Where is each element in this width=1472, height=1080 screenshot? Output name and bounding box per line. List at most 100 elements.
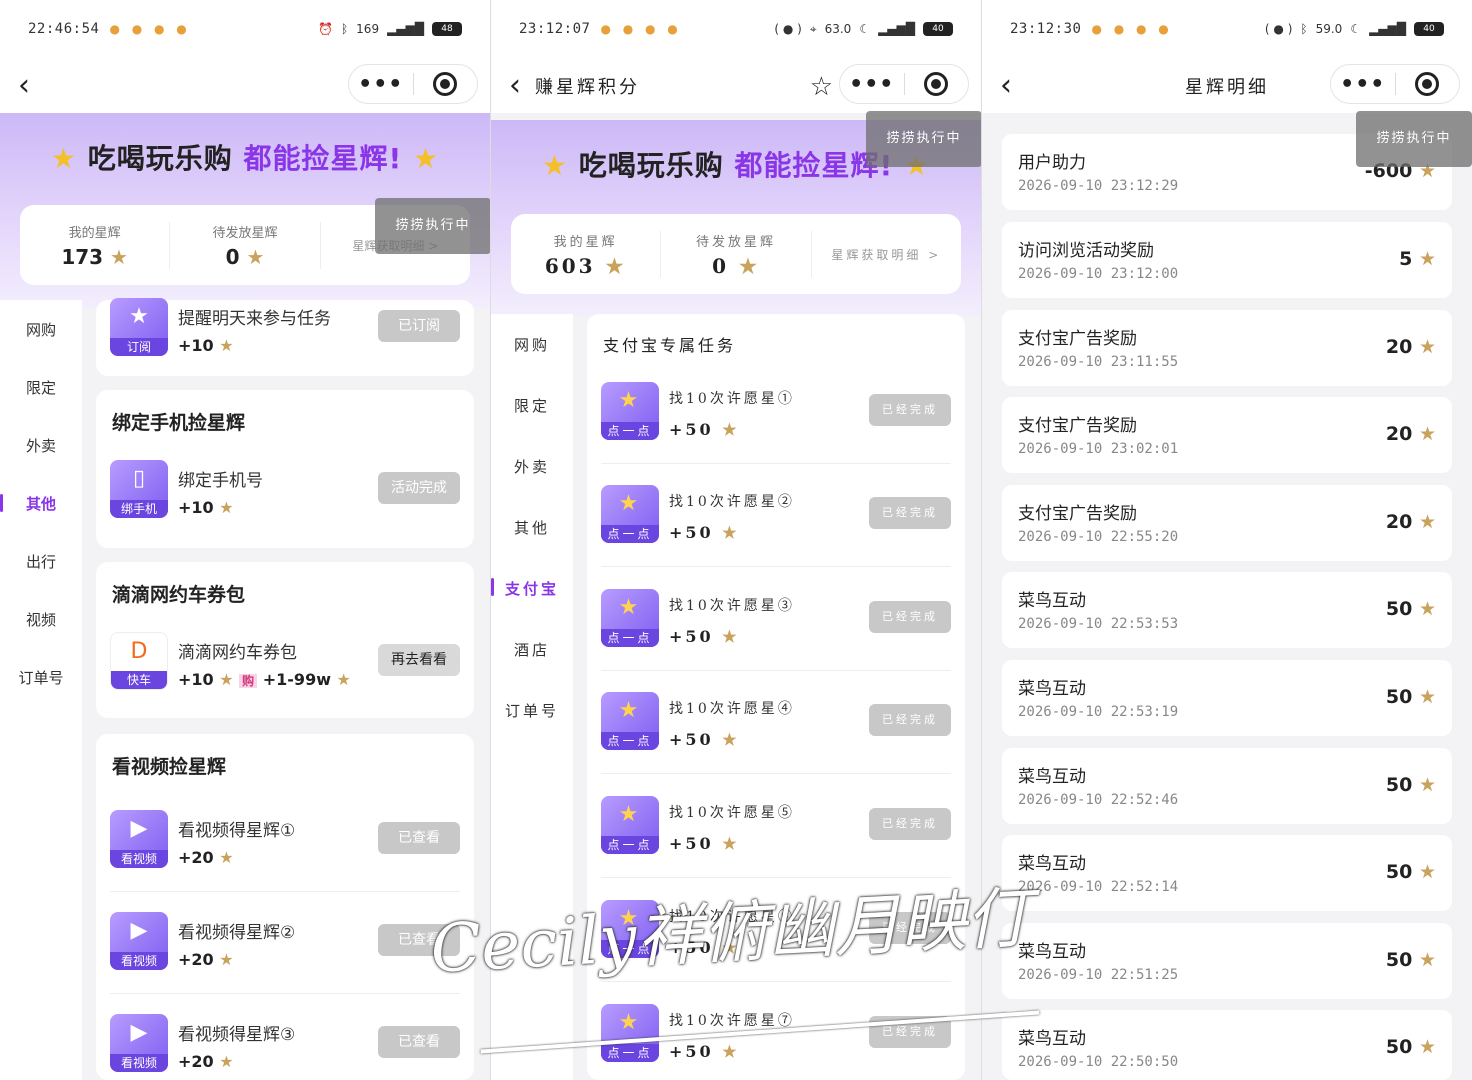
my-points-value: 603 ★: [544, 253, 627, 278]
category-sidebar: 网购 限定 外卖 其他 出行 视频 订单号: [0, 300, 82, 1080]
sidebar-item[interactable]: 外卖: [0, 416, 82, 474]
pending-points-label: 待发放星辉: [695, 234, 776, 250]
sidebar-item-active[interactable]: 其他: [0, 474, 82, 532]
close-miniapp-button[interactable]: [1396, 72, 1460, 96]
bind-phone-card: 绑定手机捡星辉 ▯ 绑手机 绑定手机号 +10 ★ 活动完成: [96, 390, 474, 548]
task-reward: +10 ★: [178, 498, 234, 517]
subscribed-button[interactable]: 已订阅: [378, 310, 460, 342]
activity-done-button[interactable]: 活动完成: [378, 472, 460, 504]
wish-star-icon: ★ 点一点: [601, 1004, 659, 1062]
more-icon[interactable]: •••: [349, 72, 413, 97]
buy-tag: 购: [239, 674, 258, 688]
points-detail-label: 星辉获取明细 >: [831, 247, 942, 262]
completed-button[interactable]: 已经完成: [869, 912, 951, 944]
viewed-button[interactable]: 已查看: [378, 822, 460, 854]
completed-button[interactable]: 已经完成: [869, 808, 951, 840]
location-icon: ⌖: [809, 21, 817, 36]
star-icon: ★: [50, 142, 77, 175]
go-again-button[interactable]: 再去看看: [378, 644, 460, 676]
my-points: 我的星辉 173 ★: [20, 221, 171, 269]
battery-icon: 48: [432, 22, 462, 36]
divider: [110, 891, 460, 892]
task-wish-star-6: ★ 点一点 找10次许愿星⑥ +50 ★ 已经完成: [601, 892, 951, 982]
completed-button[interactable]: 已经完成: [869, 394, 951, 426]
banner-title-part1: 吃喝玩乐购: [578, 149, 724, 182]
wish-star-icon: ★ 点一点: [601, 382, 659, 440]
sidebar-item[interactable]: 出行: [0, 532, 82, 590]
task-name: 看视频得星辉②: [178, 923, 296, 943]
task-reward: +20 ★: [178, 950, 234, 969]
sidebar-item[interactable]: 酒店: [491, 619, 573, 680]
task-reward: +50 ★: [669, 420, 740, 439]
status-right: ⏰ ᛒ 169 ▂▄▆█ 48: [318, 22, 462, 36]
star-icon: ★: [413, 142, 440, 175]
back-icon[interactable]: ‹: [1000, 70, 1012, 101]
sidebar-item[interactable]: 外卖: [491, 436, 573, 497]
task-video-2: ▶ 看视频 看视频得星辉② +20 ★ 已查看: [110, 904, 460, 994]
task-reward: +20 ★: [178, 848, 234, 867]
my-points-label: 我的星辉: [553, 234, 618, 250]
task-name: 找10次许愿星①: [669, 391, 795, 407]
sidebar-item[interactable]: 限定: [0, 358, 82, 416]
status-bar: 23:12:30 ● ● ● ● ( ● ) ᛒ 59.0 ☾ ▂▄▆█ 40: [982, 0, 1472, 58]
viewed-button[interactable]: 已查看: [378, 1026, 460, 1058]
nav-bar: ‹ •••: [0, 58, 490, 113]
sidebar-item[interactable]: 订单号: [491, 680, 573, 741]
running-overlay: 捞捞执行中: [375, 198, 490, 254]
completed-button[interactable]: 已经完成: [869, 704, 951, 736]
record-icon: ( ● ): [774, 22, 802, 36]
divider: [110, 993, 460, 994]
network-speed: 59.0: [1315, 22, 1343, 36]
points-detail-link[interactable]: 星辉获取明细 >: [812, 246, 961, 263]
card-title: 看视频捡星辉: [112, 756, 227, 778]
sidebar-item[interactable]: 其他: [491, 497, 573, 558]
viewed-button[interactable]: 已查看: [378, 924, 460, 956]
sidebar-item-active[interactable]: 支付宝: [491, 558, 573, 619]
task-wish-star-3: ★ 点一点 找10次许愿星③ +50 ★ 已经完成: [601, 581, 951, 671]
my-points: 我的星辉 603 ★: [511, 230, 662, 278]
star-icon: ★: [239, 244, 265, 269]
status-time: 23:12:07: [519, 21, 591, 37]
sidebar-item[interactable]: 限定: [491, 375, 573, 436]
signal-icon: ▂▄▆█: [878, 22, 915, 36]
sidebar-item[interactable]: 订单号: [0, 648, 82, 706]
task-name: 找10次许愿星②: [669, 494, 795, 510]
more-icon[interactable]: •••: [840, 72, 904, 97]
completed-button[interactable]: 已经完成: [869, 601, 951, 633]
star-icon: ★: [595, 253, 627, 278]
favorite-star-icon[interactable]: ☆: [810, 72, 833, 102]
close-miniapp-button[interactable]: [905, 72, 969, 96]
task-wish-star-5: ★ 点一点 找10次许愿星⑤ +50 ★ 已经完成: [601, 788, 951, 878]
back-icon[interactable]: ‹: [18, 70, 30, 101]
wish-star-icon: ★ 点一点: [601, 900, 659, 958]
wish-star-icon: ★ 点一点: [601, 796, 659, 854]
task-wish-star-1: ★ 点一点 找10次许愿星① +50 ★ 已经完成: [601, 374, 951, 464]
task-name: 看视频得星辉③: [178, 1025, 296, 1045]
screen-2: 23:12:07 ● ● ● ● ( ● ) ⌖ 63.0 ☾ ▂▄▆█ 40 …: [491, 0, 981, 1080]
task-name: 绑定手机号: [178, 471, 263, 491]
task-video-3: ▶ 看视频 看视频得星辉③ +20 ★ 已查看: [110, 1006, 460, 1080]
miniapp-capsule: •••: [839, 64, 969, 104]
screen-3: 23:12:30 ● ● ● ● ( ● ) ᛒ 59.0 ☾ ▂▄▆█ 40 …: [982, 0, 1472, 1080]
task-reward: +10 ★: [178, 336, 234, 355]
star-icon: ★: [103, 244, 128, 269]
record-item: 支付宝广告奖励 2026-09-10 23:02:01 20 ★: [1002, 397, 1452, 473]
wish-star-icon: ★ 点一点: [601, 692, 659, 750]
card-title: 滴滴网约车券包: [112, 584, 246, 606]
sidebar-item[interactable]: 视频: [0, 590, 82, 648]
miniapp-capsule: •••: [1330, 64, 1460, 104]
completed-button[interactable]: 已经完成: [869, 497, 951, 529]
alarm-icon: ⏰: [318, 22, 333, 36]
sidebar-item[interactable]: 网购: [491, 314, 573, 375]
back-icon[interactable]: ‹: [509, 70, 521, 101]
divider: [601, 670, 951, 671]
more-icon[interactable]: •••: [1331, 72, 1395, 97]
notification-icons: ● ● ● ●: [1091, 22, 1173, 36]
moon-icon: ☾: [859, 22, 871, 36]
task-reward: +50 ★: [669, 627, 740, 646]
record-item: 菜鸟互动 2026-09-10 22:51:25 50 ★: [1002, 923, 1452, 999]
sidebar-item[interactable]: 网购: [0, 300, 82, 358]
record-item: 支付宝广告奖励 2026-09-10 23:11:55 20 ★: [1002, 310, 1452, 386]
target-icon: [433, 72, 458, 96]
close-miniapp-button[interactable]: [414, 72, 478, 96]
